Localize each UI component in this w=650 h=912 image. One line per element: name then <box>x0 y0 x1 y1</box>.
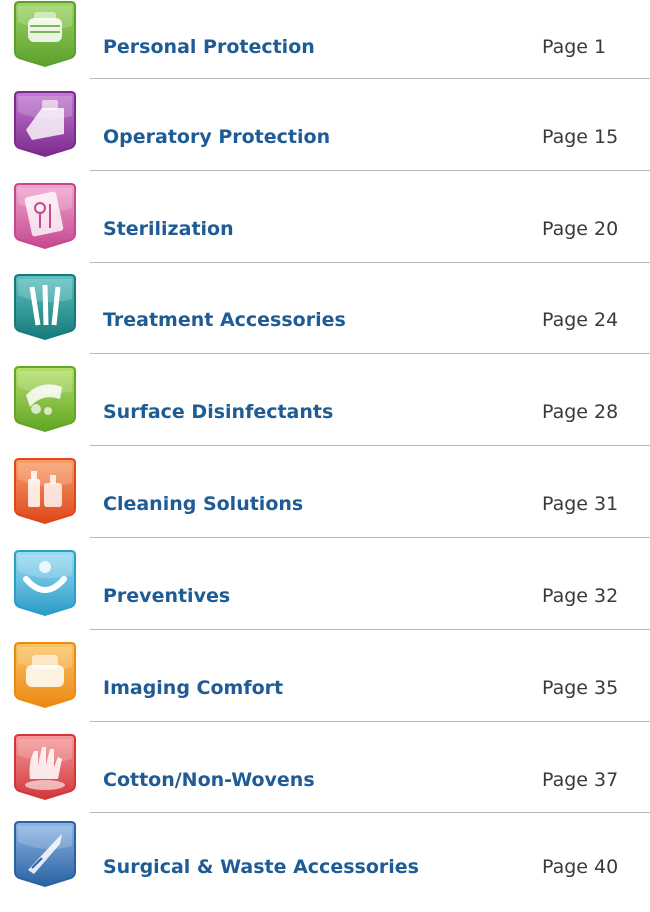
toc-entry-page: Page 31 <box>542 493 619 515</box>
toc-entry[interactable]: Surface Disinfectants Page 28 <box>0 365 650 457</box>
toc-entry-page: Page 20 <box>542 218 619 240</box>
toc-entry-title: Cotton/Non-Wovens <box>103 769 315 791</box>
toc-entry-page: Page 1 <box>542 36 607 58</box>
toc-entry-title: Surface Disinfectants <box>103 401 334 423</box>
toc-entry[interactable]: Treatment Accessories Page 24 <box>0 273 650 365</box>
sterilization-pouch-icon <box>12 182 78 250</box>
row-divider <box>90 78 650 79</box>
toc-entry-title: Personal Protection <box>103 36 315 58</box>
toc-entry-page: Page 24 <box>542 309 619 331</box>
scalpel-icon <box>12 820 78 888</box>
face-mask-icon <box>12 0 78 68</box>
toc-entry[interactable]: Imaging Comfort Page 35 <box>0 641 650 733</box>
toc-entry-title: Imaging Comfort <box>103 677 284 699</box>
disinfectant-wipe-icon <box>12 365 78 433</box>
toc-entry[interactable]: Operatory Protection Page 15 <box>0 90 650 182</box>
cleaning-bottles-icon <box>12 457 78 525</box>
row-divider <box>90 353 650 354</box>
toc-entry-page: Page 15 <box>542 126 619 148</box>
toc-entry-title: Cleaning Solutions <box>103 493 304 515</box>
toc-entry-page: Page 37 <box>542 769 619 791</box>
toc-entry-page: Page 35 <box>542 677 619 699</box>
row-divider <box>90 812 650 813</box>
toc-entry-page: Page 32 <box>542 585 619 607</box>
toc-entry[interactable]: Cleaning Solutions Page 31 <box>0 457 650 549</box>
hand-cotton-icon <box>12 733 78 801</box>
row-divider <box>90 445 650 446</box>
toc-entry-title: Operatory Protection <box>103 126 331 148</box>
toc-entry-page: Page 40 <box>542 856 619 878</box>
toc-entry[interactable]: Surgical & Waste Accessories Page 40 <box>0 820 650 912</box>
row-divider <box>90 537 650 538</box>
row-divider <box>90 170 650 171</box>
row-divider <box>90 262 650 263</box>
row-divider <box>90 721 650 722</box>
toc-entry-title: Sterilization <box>103 218 234 240</box>
table-of-contents: Personal Protection Page 1 Operatory Prote… <box>0 0 650 892</box>
row-divider <box>90 629 650 630</box>
toc-entry-title: Preventives <box>103 585 231 607</box>
imaging-cushion-icon <box>12 641 78 709</box>
toc-entry-page: Page 28 <box>542 401 619 423</box>
dental-instruments-icon <box>12 273 78 341</box>
toc-entry-title: Treatment Accessories <box>103 309 346 331</box>
toc-entry-title: Surgical & Waste Accessories <box>103 856 419 878</box>
toc-entry[interactable]: Sterilization Page 20 <box>0 182 650 274</box>
toc-entry[interactable]: Preventives Page 32 <box>0 549 650 641</box>
barrier-cover-icon <box>12 90 78 158</box>
smile-icon <box>12 549 78 617</box>
